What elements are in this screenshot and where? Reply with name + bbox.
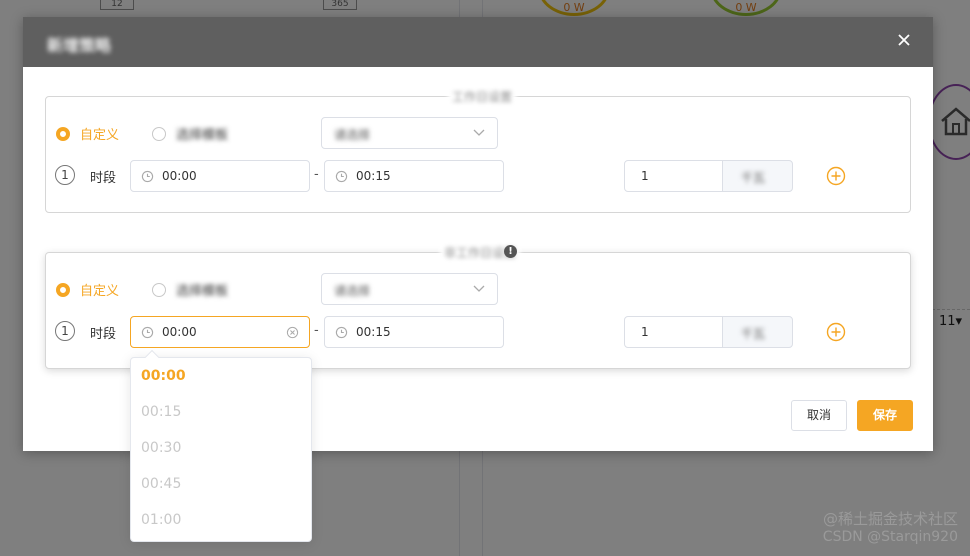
power-input[interactable]: 1 <box>624 160 723 192</box>
clock-icon <box>335 326 348 339</box>
segment-label: 时段 <box>90 327 117 342</box>
clear-icon[interactable] <box>286 326 299 339</box>
info-icon[interactable]: ! <box>504 245 517 258</box>
clock-icon <box>335 170 348 183</box>
template-select[interactable]: 请选择 <box>321 117 498 149</box>
chevron-down-icon <box>473 129 485 136</box>
range-separator: - <box>314 323 319 338</box>
start-time-input[interactable]: 00:00 <box>130 316 310 348</box>
end-time-value: 00:15 <box>356 169 391 183</box>
radio-dot[interactable] <box>56 126 70 141</box>
radio-dot[interactable] <box>152 126 166 141</box>
dialog-header: 新增策略 <box>23 17 933 67</box>
group-legend: 工作日设置 <box>448 88 517 105</box>
clock-icon <box>141 326 154 339</box>
radio-custom-label: 自定义 <box>80 284 120 299</box>
range-separator: - <box>314 167 319 182</box>
unit-append: 千瓦 <box>722 160 793 192</box>
add-circle-icon[interactable] <box>826 322 846 342</box>
start-time-input[interactable]: 00:00 <box>130 160 310 192</box>
segment-label: 时段 <box>90 171 117 186</box>
start-time-value: 00:00 <box>162 325 197 339</box>
radio-template[interactable]: 选择模板 <box>152 280 228 299</box>
add-circle-icon[interactable] <box>826 166 846 186</box>
watermark-line: @稀土掘金技术社区 <box>822 510 958 528</box>
start-time-value: 00:00 <box>162 169 197 183</box>
time-picker-dropdown: 00:00 00:15 00:30 00:45 01:00 <box>130 349 312 542</box>
end-time-value: 00:15 <box>356 325 391 339</box>
close-icon[interactable] <box>897 33 911 47</box>
time-option[interactable]: 00:15 <box>141 404 181 420</box>
unit-append: 千瓦 <box>722 316 793 348</box>
watermark: @稀土掘金技术社区 CSDN @Starqin920 <box>823 510 958 546</box>
radio-custom[interactable]: 自定义 <box>56 280 119 299</box>
end-time-input[interactable]: 00:15 <box>324 160 504 192</box>
select-value: 请选择 <box>334 284 371 298</box>
power-value: 1 <box>641 169 649 183</box>
radio-dot[interactable] <box>56 282 70 297</box>
unit-label: 千瓦 <box>741 171 766 185</box>
row-index: 1 <box>55 165 75 185</box>
unit-label: 千瓦 <box>741 327 766 341</box>
clock-icon <box>141 170 154 183</box>
radio-dot[interactable] <box>152 282 166 297</box>
workday-settings-group: 工作日设置 自定义 选择模板 请选择 1 时段 00:00 - 00:15 1 … <box>45 88 911 213</box>
non-workday-settings-group: 非工作日设置 ! 自定义 选择模板 请选择 1 时段 00:00 - 00:15… <box>45 244 911 369</box>
end-time-input[interactable]: 00:15 <box>324 316 504 348</box>
radio-template-label: 选择模板 <box>176 284 229 299</box>
power-value: 1 <box>641 325 649 339</box>
time-option[interactable]: 01:00 <box>141 512 181 528</box>
radio-template-label: 选择模板 <box>176 128 229 143</box>
time-option[interactable]: 00:00 <box>141 368 186 384</box>
select-value: 请选择 <box>334 128 371 142</box>
radio-custom-label: 自定义 <box>80 128 120 143</box>
save-button[interactable]: 保存 <box>857 400 913 431</box>
template-select[interactable]: 请选择 <box>321 273 498 305</box>
watermark-line: CSDN @Starqin920 <box>822 529 958 545</box>
chevron-down-icon <box>473 285 485 292</box>
dialog-title: 新增策略 <box>47 36 112 55</box>
radio-custom[interactable]: 自定义 <box>56 124 119 143</box>
time-option[interactable]: 00:45 <box>141 476 181 492</box>
radio-template[interactable]: 选择模板 <box>152 124 228 143</box>
power-input[interactable]: 1 <box>624 316 723 348</box>
cancel-button[interactable]: 取消 <box>791 400 847 431</box>
time-option[interactable]: 00:30 <box>141 440 181 456</box>
row-index: 1 <box>55 321 75 341</box>
